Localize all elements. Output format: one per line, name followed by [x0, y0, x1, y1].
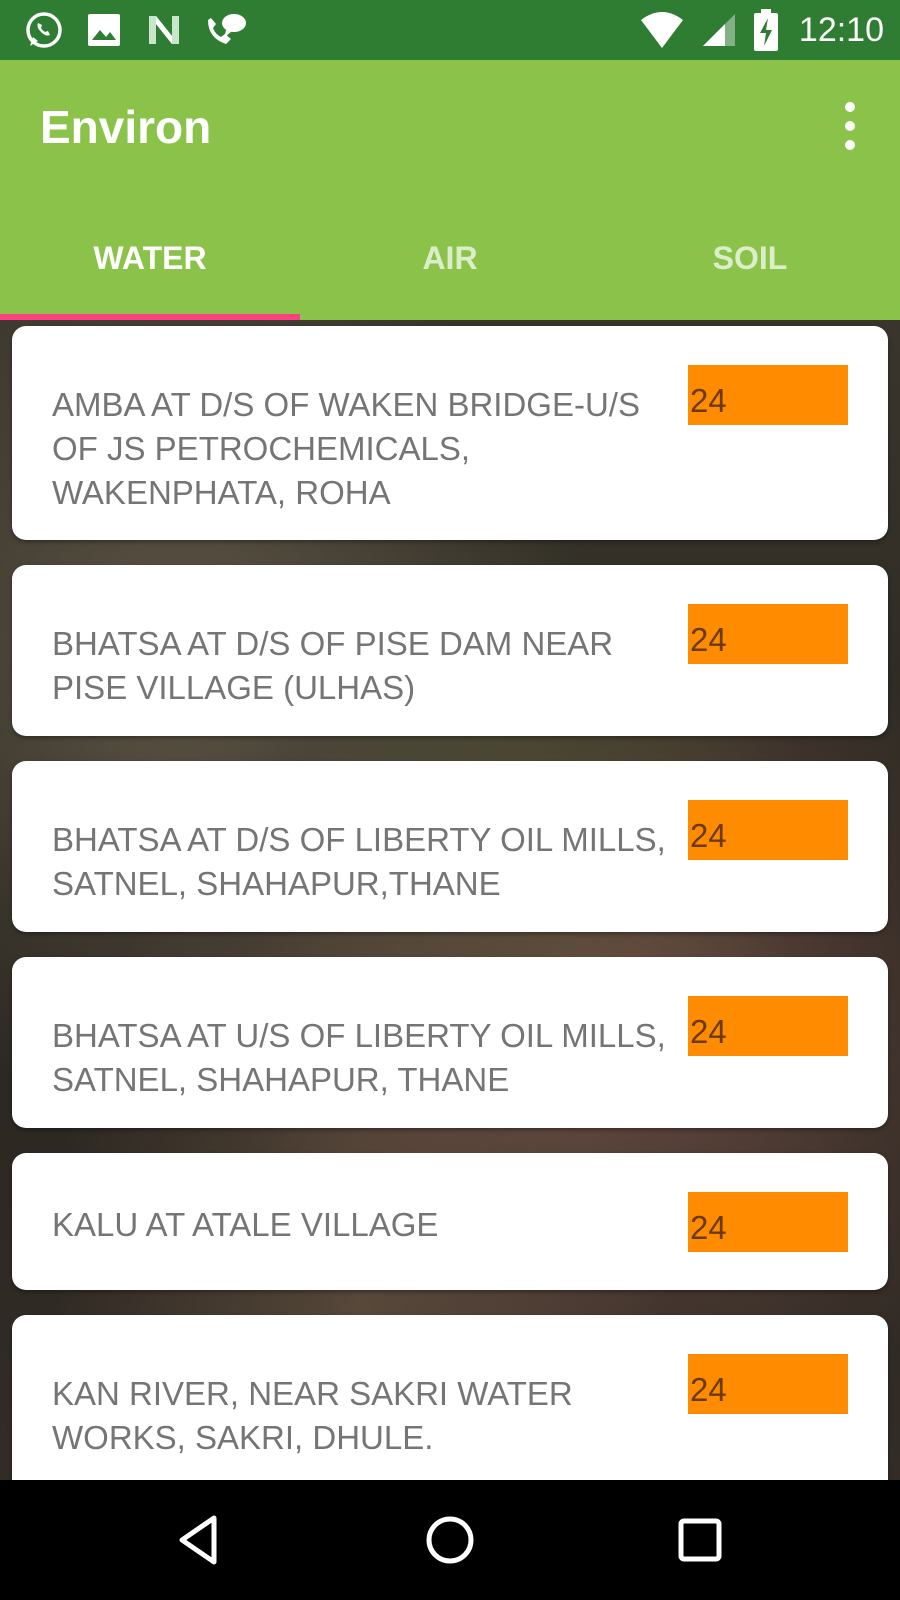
tab-soil[interactable]: SOIL	[600, 225, 900, 320]
station-name: AMBA AT D/S OF WAKEN BRIDGE-U/S OF JS PE…	[52, 386, 640, 511]
clock: 12:10	[798, 11, 884, 49]
phone-message-icon	[208, 14, 246, 44]
home-icon[interactable]	[420, 1510, 480, 1570]
station-value-badge: 24	[688, 800, 848, 860]
station-card[interactable]: KALU AT ATALE VILLAGE 24	[12, 1153, 888, 1290]
back-icon[interactable]	[170, 1510, 230, 1570]
station-name: BHATSA AT U/S OF LIBERTY OIL MILLS, SATN…	[52, 1017, 666, 1098]
station-name: BHATSA AT D/S OF PISE DAM NEAR PISE VILL…	[52, 625, 614, 706]
app-bar: Environ WATER AIR SOIL	[0, 60, 900, 320]
station-value-badge: 24	[688, 996, 848, 1056]
station-card[interactable]: BHATSA AT U/S OF LIBERTY OIL MILLS, SATN…	[12, 957, 888, 1128]
recents-icon[interactable]	[670, 1510, 730, 1570]
navigation-bar	[0, 1480, 900, 1600]
station-card[interactable]: KAN RIVER, NEAR SAKRI WATER WORKS, SAKRI…	[12, 1315, 888, 1480]
station-card[interactable]: BHATSA AT D/S OF PISE DAM NEAR PISE VILL…	[12, 565, 888, 736]
station-card[interactable]: AMBA AT D/S OF WAKEN BRIDGE-U/S OF JS PE…	[12, 326, 888, 540]
tab-air[interactable]: AIR	[300, 225, 600, 320]
n-notification-icon	[149, 16, 179, 44]
wifi-icon	[640, 12, 683, 48]
station-value-badge: 24	[688, 365, 848, 425]
battery-charging-icon	[753, 9, 778, 51]
status-bar: 12:10	[0, 0, 900, 60]
signal-icon	[702, 14, 735, 46]
more-vert-icon[interactable]	[830, 102, 870, 150]
station-card[interactable]: BHATSA AT D/S OF LIBERTY OIL MILLS, SATN…	[12, 761, 888, 932]
station-name: BHATSA AT D/S OF LIBERTY OIL MILLS, SATN…	[52, 821, 666, 902]
station-list[interactable]: AMBA AT D/S OF WAKEN BRIDGE-U/S OF JS PE…	[0, 320, 900, 1480]
station-name: KAN RIVER, NEAR SAKRI WATER WORKS, SAKRI…	[52, 1375, 573, 1456]
station-value-badge: 24	[688, 1192, 848, 1252]
app-title: Environ	[40, 101, 212, 153]
station-name: KALU AT ATALE VILLAGE	[52, 1206, 439, 1243]
whatsapp-icon	[26, 12, 62, 48]
image-icon	[88, 14, 120, 46]
station-value-badge: 24	[688, 604, 848, 664]
tab-bar: WATER AIR SOIL	[0, 225, 900, 320]
tab-water[interactable]: WATER	[0, 225, 300, 320]
station-value-badge: 24	[688, 1354, 848, 1414]
